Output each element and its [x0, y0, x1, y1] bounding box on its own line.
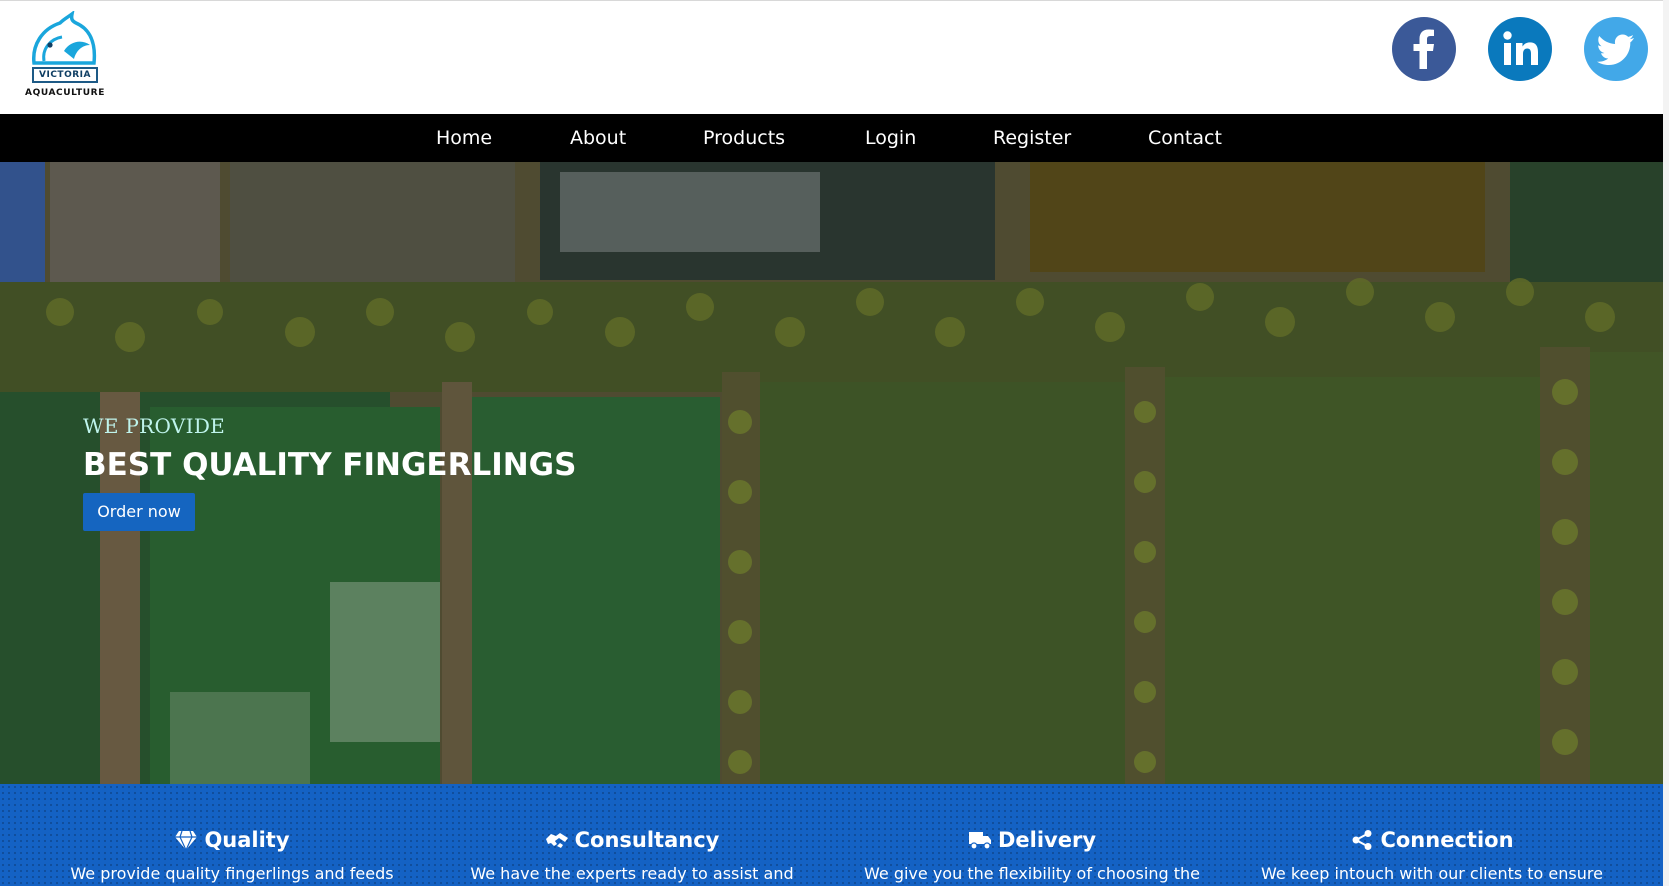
logo-text-victoria: VICTORIA	[32, 67, 98, 83]
nav-register[interactable]: Register	[993, 114, 1071, 162]
feature-consultancy: Consultancy We have the experts ready to…	[432, 784, 832, 886]
nav-contact[interactable]: Contact	[1148, 114, 1222, 162]
twitter-link[interactable]	[1584, 17, 1648, 81]
hero-title: BEST QUALITY FINGERLINGS	[83, 447, 577, 483]
page-edge	[1663, 0, 1669, 886]
feature-title: Connection	[1380, 828, 1514, 852]
logo[interactable]: VICTORIA AQUACULTURE	[20, 11, 110, 101]
feature-title: Consultancy	[574, 828, 720, 852]
feature-heading: Connection	[1232, 828, 1632, 852]
linkedin-link[interactable]	[1488, 17, 1552, 81]
logo-text-aquaculture: AQUACULTURE	[25, 88, 105, 98]
hero-banner: WE PROVIDE BEST QUALITY FINGERLINGS Orde…	[0, 162, 1663, 784]
linkedin-icon	[1503, 31, 1538, 65]
order-now-button[interactable]: Order now	[83, 493, 195, 531]
feature-title: Delivery	[997, 828, 1097, 852]
feature-text: We keep intouch with our clients to ensu…	[1261, 864, 1603, 883]
facebook-icon	[1413, 29, 1434, 69]
header: VICTORIA AQUACULTURE	[0, 1, 1663, 114]
twitter-icon	[1596, 34, 1634, 65]
feature-title: Quality	[204, 828, 290, 852]
share-icon	[1352, 830, 1372, 850]
nav-about[interactable]: About	[570, 114, 626, 162]
facebook-link[interactable]	[1392, 17, 1456, 81]
feature-heading: Consultancy	[432, 828, 832, 852]
feature-quality: Quality We provide quality fingerlings a…	[32, 784, 432, 886]
feature-text: We provide quality fingerlings and feeds	[70, 864, 394, 883]
features-section: Quality We provide quality fingerlings a…	[0, 784, 1663, 886]
feature-connection: Connection We keep intouch with our clie…	[1232, 784, 1632, 886]
feature-text: We give you the flexibility of choosing …	[864, 864, 1200, 883]
diamond-icon	[175, 830, 198, 851]
hero-eyebrow: WE PROVIDE	[83, 414, 226, 438]
handshake-icon	[545, 833, 568, 848]
truck-icon	[968, 832, 991, 850]
feature-heading: Quality	[32, 828, 432, 852]
main-nav: Home About Products Login Register Conta…	[0, 114, 1663, 162]
feature-delivery: Delivery We give you the flexibility of …	[832, 784, 1232, 886]
feature-text: We have the experts ready to assist and	[470, 864, 794, 883]
feature-heading: Delivery	[832, 828, 1232, 852]
nav-login[interactable]: Login	[865, 114, 916, 162]
page: VICTORIA AQUACULTURE Home About Products…	[0, 0, 1669, 886]
nav-products[interactable]: Products	[703, 114, 785, 162]
nav-home[interactable]: Home	[436, 114, 492, 162]
